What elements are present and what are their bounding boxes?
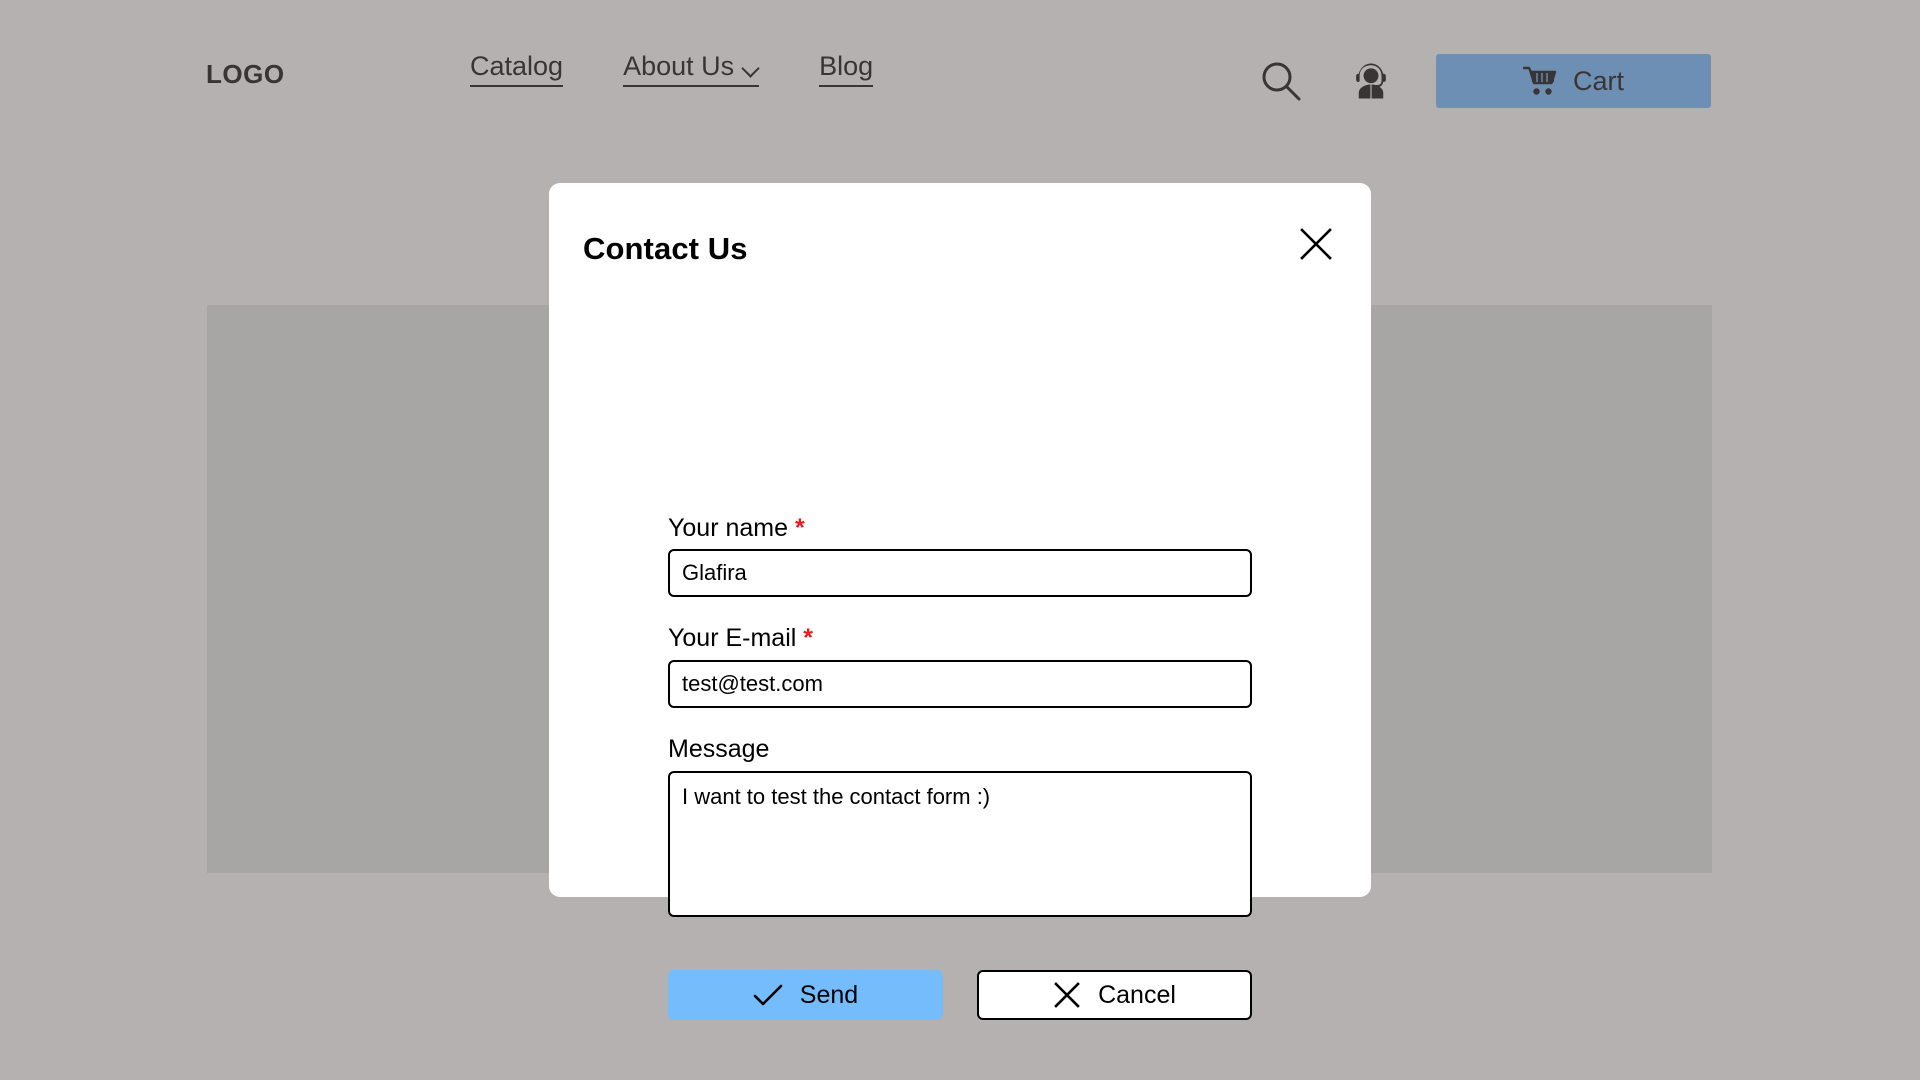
main-navigation: Catalog About Us Blog bbox=[470, 51, 874, 87]
x-icon bbox=[1054, 982, 1080, 1008]
cart-button-label: Cart bbox=[1572, 65, 1624, 96]
nav-item-blog-label: Blog bbox=[819, 51, 874, 81]
contact-us-modal: Contact Us Your name * Your E-mail * bbox=[549, 183, 1371, 1020]
check-icon bbox=[753, 984, 783, 1006]
nav-item-catalog-label: Catalog bbox=[470, 51, 564, 81]
modal-actions: Send Cancel bbox=[668, 970, 1252, 1020]
cancel-button-label: Cancel bbox=[1098, 980, 1176, 1009]
name-field-label: Your name * bbox=[668, 513, 805, 543]
nav-item-blog[interactable]: Blog bbox=[819, 51, 874, 87]
cart-button[interactable]: Cart bbox=[1436, 54, 1711, 108]
shopping-cart-icon bbox=[1522, 66, 1557, 95]
email-field-label: Your E-mail * bbox=[668, 623, 813, 653]
chevron-down-icon bbox=[743, 62, 759, 72]
search-icon bbox=[1262, 62, 1301, 101]
search-button[interactable] bbox=[1258, 58, 1304, 104]
email-field-label-text: Your E-mail bbox=[668, 624, 797, 652]
cancel-button[interactable]: Cancel bbox=[977, 970, 1252, 1020]
message-field-label: Message bbox=[668, 734, 769, 764]
site-logo[interactable]: LOGO bbox=[206, 59, 285, 90]
modal-title: Contact Us bbox=[583, 231, 748, 266]
send-button-label: Send bbox=[799, 980, 859, 1009]
nav-item-about-us[interactable]: About Us bbox=[623, 51, 760, 87]
name-input[interactable] bbox=[668, 549, 1252, 597]
send-button[interactable]: Send bbox=[668, 970, 943, 1020]
support-button[interactable] bbox=[1348, 58, 1394, 104]
name-field-required-mark: * bbox=[794, 514, 805, 542]
message-textarea[interactable] bbox=[668, 771, 1252, 917]
close-icon bbox=[1300, 228, 1332, 260]
email-field-required-mark: * bbox=[803, 624, 813, 652]
message-field-label-text: Message bbox=[668, 735, 770, 763]
nav-item-about-us-label: About Us bbox=[623, 51, 735, 81]
support-agent-icon bbox=[1356, 63, 1386, 99]
page-background: LOGO Catalog About Us Blog Cart Contact … bbox=[0, 0, 1920, 1080]
email-input[interactable] bbox=[668, 660, 1252, 708]
site-header: LOGO Catalog About Us Blog Cart bbox=[0, 0, 1920, 120]
nav-item-catalog[interactable]: Catalog bbox=[470, 51, 564, 87]
name-field-label-text: Your name bbox=[668, 514, 788, 542]
close-button[interactable] bbox=[1291, 219, 1341, 269]
